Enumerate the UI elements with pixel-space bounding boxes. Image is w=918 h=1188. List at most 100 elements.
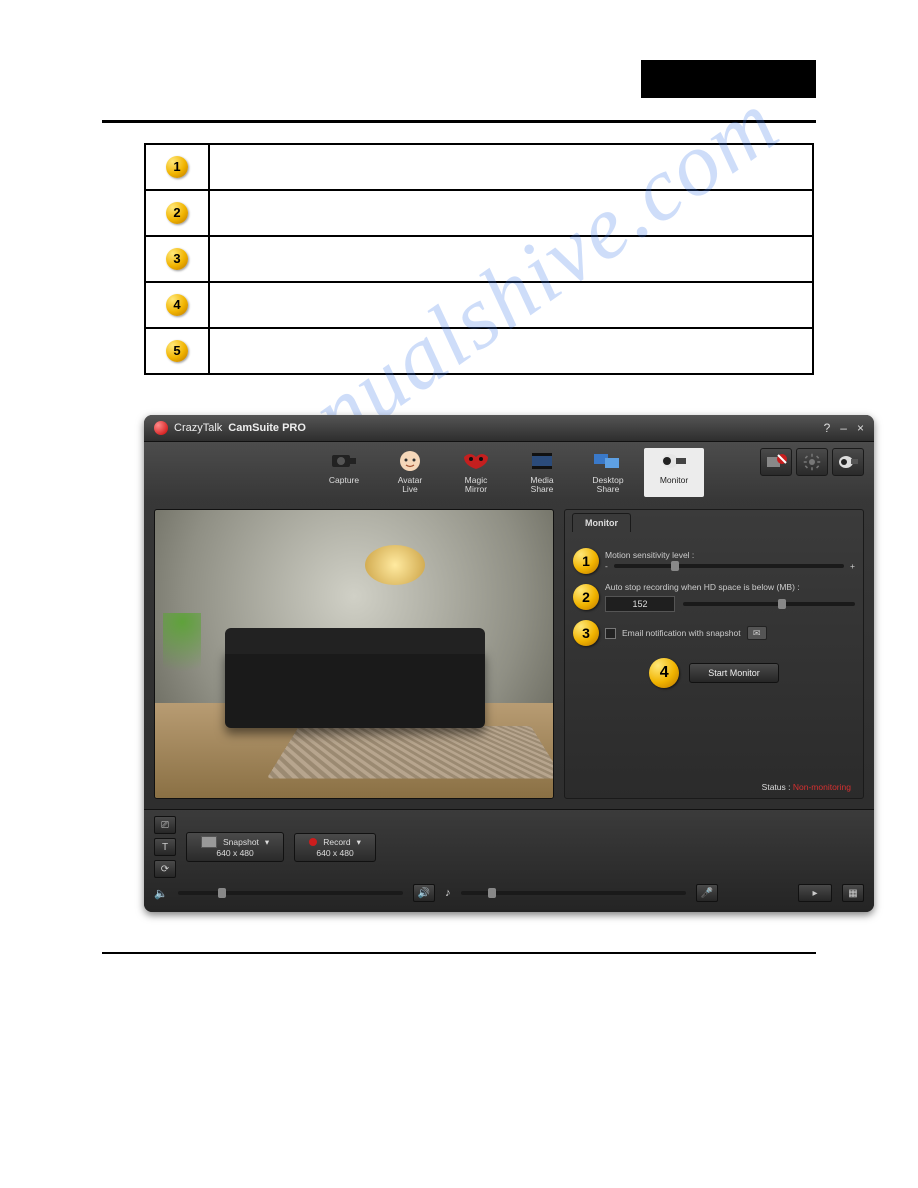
- record-resolution: 640 x 480: [316, 848, 353, 858]
- table-row: 2: [145, 190, 813, 236]
- webcam-icon: [658, 448, 690, 474]
- record-dot-icon: [309, 838, 317, 846]
- email-notify-label: Email notification with snapshot: [622, 628, 741, 638]
- header-black-box: [641, 60, 816, 98]
- help-button[interactable]: ?: [824, 421, 831, 435]
- table-cell: [209, 328, 813, 374]
- record-block[interactable]: Record ▾ 640 x 480: [294, 833, 376, 862]
- status-line: Status : Non-monitoring: [762, 782, 851, 792]
- footer-btn-2[interactable]: T: [154, 838, 176, 856]
- preview-decor: [225, 648, 485, 728]
- callout-badge-4: 4: [649, 658, 679, 688]
- slider-thumb[interactable]: [778, 599, 786, 609]
- table-cell: [209, 236, 813, 282]
- table-cell: [209, 282, 813, 328]
- pane-tab: Monitor: [572, 513, 631, 532]
- badge-5: 5: [166, 340, 188, 362]
- badge-4: 4: [166, 294, 188, 316]
- gear-icon[interactable]: [796, 448, 828, 476]
- window-controls: ? – ×: [824, 421, 864, 435]
- snapshot-block[interactable]: Snapshot ▾ 640 x 480: [186, 832, 284, 862]
- toolbar-items: Capture Avatar Live Magic Mirror Media S…: [314, 448, 704, 497]
- tool-label: Media Share: [530, 476, 553, 493]
- footer-btn-3[interactable]: ⟳: [154, 860, 176, 878]
- main-area: Monitor 1 Motion sensitivity level : - +…: [144, 499, 874, 809]
- mask-icon: [460, 448, 492, 474]
- brand-text-1: CrazyTalk: [174, 422, 222, 434]
- preview-decor: [267, 726, 554, 778]
- music-icon: ♪: [445, 887, 451, 899]
- speaker-mute-icon[interactable]: 🔈: [154, 887, 168, 900]
- footer-bar: ⎚ T ⟳ Snapshot ▾ 640 x 480 Record ▾ 640 …: [144, 809, 874, 912]
- callout-badge-2: 2: [573, 584, 599, 610]
- monitors-icon: [592, 448, 624, 474]
- app-window: CrazyTalk CamSuite PRO ? – × Capture Ava…: [144, 415, 874, 912]
- numbered-reference-table: 1 2 3 4 5: [144, 143, 814, 375]
- hd-space-input[interactable]: [605, 596, 675, 612]
- disable-camera-icon[interactable]: [760, 448, 792, 476]
- title-left: CrazyTalk CamSuite PRO: [154, 421, 306, 435]
- badge-3: 3: [166, 248, 188, 270]
- motion-sensitivity-slider[interactable]: [614, 564, 844, 568]
- film-icon: [526, 448, 558, 474]
- tool-desktop-share[interactable]: Desktop Share: [578, 448, 638, 497]
- minimize-button[interactable]: –: [840, 421, 847, 435]
- divider-top: [102, 120, 816, 123]
- play-button[interactable]: ▸: [798, 884, 832, 902]
- close-button[interactable]: ×: [857, 421, 864, 435]
- monitor-settings-pane: Monitor 1 Motion sensitivity level : - +…: [564, 509, 864, 799]
- tool-label: Desktop Share: [592, 476, 623, 493]
- status-value: Non-monitoring: [793, 782, 851, 792]
- table-row: 4: [145, 282, 813, 328]
- tool-monitor[interactable]: Monitor: [644, 448, 704, 497]
- toolbar: Capture Avatar Live Magic Mirror Media S…: [144, 442, 874, 499]
- slider-minus: -: [605, 561, 608, 571]
- divider-bottom: [102, 952, 816, 954]
- tool-label: Monitor: [660, 476, 688, 485]
- callout-badge-3: 3: [573, 620, 599, 646]
- footer-btn-1[interactable]: ⎚: [154, 816, 176, 834]
- titlebar: CrazyTalk CamSuite PRO ? – ×: [144, 415, 874, 442]
- brand-text-2: CamSuite PRO: [228, 422, 306, 434]
- badge-1: 1: [166, 156, 188, 178]
- tool-label: Avatar Live: [398, 476, 422, 493]
- tool-capture[interactable]: Capture: [314, 448, 374, 497]
- mic-button[interactable]: 🎤: [696, 884, 718, 902]
- video-preview: [154, 509, 554, 799]
- thumbnail-icon: [201, 836, 217, 848]
- hd-space-slider[interactable]: [683, 602, 855, 606]
- motion-sensitivity-label: Motion sensitivity level :: [605, 550, 855, 560]
- tool-label: Magic Mirror: [465, 476, 488, 493]
- tool-avatar-live[interactable]: Avatar Live: [380, 448, 440, 497]
- tool-magic-mirror[interactable]: Magic Mirror: [446, 448, 506, 497]
- speaker-button[interactable]: 🔊: [413, 884, 435, 902]
- volume-slider[interactable]: [178, 891, 403, 895]
- camera-icon: [328, 448, 360, 474]
- table-cell: [209, 144, 813, 190]
- record-label: Record: [323, 837, 350, 847]
- tool-media-share[interactable]: Media Share: [512, 448, 572, 497]
- music-slider[interactable]: [461, 891, 686, 895]
- table-row: 5: [145, 328, 813, 374]
- page-header: [50, 40, 868, 120]
- chevron-down-icon[interactable]: ▾: [265, 837, 269, 848]
- status-label: Status :: [762, 782, 791, 792]
- slider-thumb[interactable]: [488, 888, 496, 898]
- snapshot-resolution: 640 x 480: [216, 848, 253, 858]
- snapshot-label: Snapshot: [223, 837, 259, 847]
- slider-thumb[interactable]: [218, 888, 226, 898]
- baby-face-icon: [394, 448, 426, 474]
- slider-thumb[interactable]: [671, 561, 679, 571]
- preview-decor: [163, 613, 201, 703]
- table-row: 1: [145, 144, 813, 190]
- camera-device-icon[interactable]: [832, 448, 864, 476]
- gallery-button[interactable]: ▦: [842, 884, 864, 902]
- start-monitor-button[interactable]: Start Monitor: [689, 663, 779, 683]
- table-cell: [209, 190, 813, 236]
- mail-icon[interactable]: ✉: [747, 626, 767, 640]
- toolbar-right-icons: [760, 448, 864, 497]
- email-checkbox[interactable]: [605, 628, 616, 639]
- hd-space-label: Auto stop recording when HD space is bel…: [605, 582, 855, 592]
- chevron-down-icon[interactable]: ▾: [357, 837, 361, 848]
- table-row: 3: [145, 236, 813, 282]
